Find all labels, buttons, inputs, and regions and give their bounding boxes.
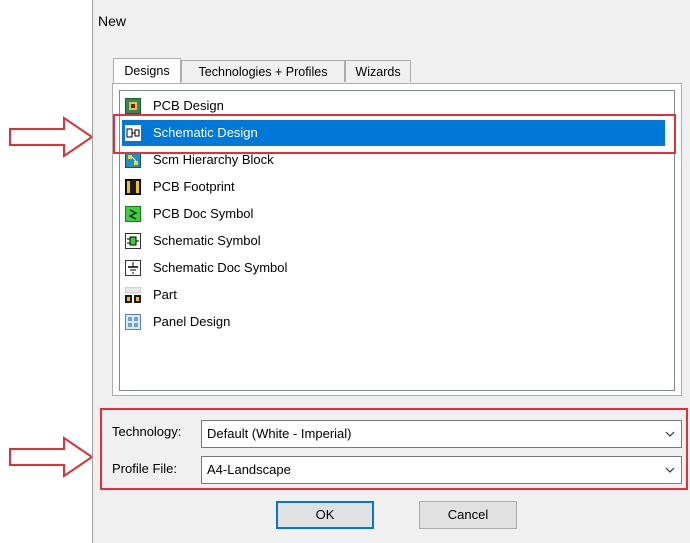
tab-designs[interactable]: Designs: [113, 58, 181, 83]
schematic-symbol-icon: [125, 233, 141, 249]
annotation-arrow-bottom: [9, 436, 94, 478]
list-item-part[interactable]: Part: [122, 282, 665, 308]
list-item-pcb-footprint[interactable]: PCB Footprint: [122, 174, 665, 200]
list-item-schematic-symbol[interactable]: Schematic Symbol: [122, 228, 665, 254]
hierarchy-block-icon: [125, 152, 141, 168]
technology-dropdown[interactable]: Default (White - Imperial): [201, 420, 682, 448]
panel-design-icon: [125, 314, 141, 330]
annotation-arrow-top: [9, 116, 94, 158]
profile-file-label: Profile File:: [112, 461, 178, 476]
profile-file-dropdown[interactable]: A4-Landscape: [201, 456, 682, 484]
technology-label: Technology:: [112, 424, 182, 439]
list-item-pcb-doc-symbol[interactable]: PCB Doc Symbol: [122, 201, 665, 227]
tab-wizards[interactable]: Wizards: [345, 60, 411, 82]
list-item-panel-design[interactable]: Panel Design: [122, 309, 665, 335]
part-icon: [125, 287, 141, 303]
ok-button[interactable]: OK: [276, 501, 374, 529]
tab-technologies-profiles[interactable]: Technologies + Profiles: [181, 60, 345, 82]
technology-value: Default (White - Imperial): [207, 426, 352, 441]
dialog-title: New: [98, 13, 127, 29]
cancel-button[interactable]: Cancel: [419, 501, 517, 529]
profile-file-value: A4-Landscape: [207, 462, 291, 477]
pcb-design-icon: [125, 98, 141, 114]
schematic-doc-symbol-icon: [125, 260, 141, 276]
pcb-doc-symbol-icon: [125, 206, 141, 222]
list-item-schematic-doc-symbol[interactable]: Schematic Doc Symbol: [122, 255, 665, 281]
pcb-footprint-icon: [125, 179, 141, 195]
highlight-box-schematic-design: [113, 114, 676, 154]
chevron-down-icon: [665, 467, 675, 473]
chevron-down-icon: [665, 431, 675, 437]
